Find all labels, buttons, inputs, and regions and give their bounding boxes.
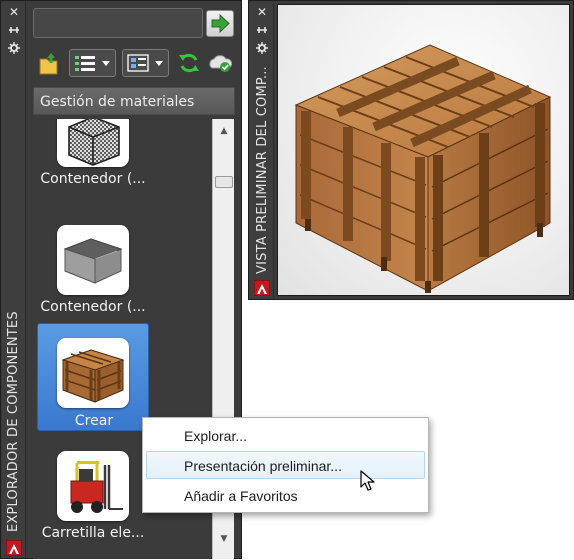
autohide-icon[interactable] — [8, 24, 20, 36]
mouse-pointer-icon — [360, 470, 376, 492]
wooden-crate-icon — [57, 338, 129, 408]
close-icon[interactable]: ✕ — [8, 6, 20, 18]
list-item[interactable]: Contenedor (... — [37, 225, 149, 333]
explorer-title-strip: ✕ EXPLORADOR DE COMPONENTES — [2, 2, 26, 558]
details-view-dropdown[interactable] — [122, 49, 169, 77]
scroll-down-arrow-icon[interactable]: ▼ — [218, 533, 230, 545]
scroll-thumb[interactable] — [215, 176, 233, 188]
close-icon[interactable]: ✕ — [256, 6, 268, 18]
wooden-crate-3d-icon — [294, 44, 552, 293]
load-catalog-button[interactable] — [37, 51, 61, 77]
grey-bin-container-icon — [57, 225, 129, 295]
wire-cage-container-icon — [57, 119, 129, 167]
autohide-icon[interactable] — [256, 24, 268, 36]
menu-item-anadir-favoritos[interactable]: Añadir a Favoritos — [146, 481, 425, 509]
details-view-icon — [127, 54, 163, 72]
menu-item-explorar[interactable]: Explorar... — [146, 421, 425, 449]
menu-item-presentacion-preliminar[interactable]: Presentación preliminar... — [146, 451, 425, 479]
list-item-label: Crear — [74, 413, 114, 429]
list-item-label: Contenedor (... — [40, 299, 146, 315]
list-item[interactable]: Carretilla ele... — [37, 451, 149, 559]
properties-icon[interactable] — [8, 42, 20, 54]
sync-cloud-button[interactable] — [207, 51, 233, 75]
preview-title-strip: ✕ VISTA PRELIMINAR DEL COMP... — [250, 2, 274, 298]
preview-viewport[interactable] — [277, 4, 570, 296]
list-item[interactable]: Contenedor (... — [37, 119, 149, 205]
search-go-button[interactable] — [206, 10, 234, 37]
list-item-label: Contenedor (... — [40, 171, 146, 187]
folder-open-icon — [39, 53, 58, 75]
list-view-dropdown[interactable] — [69, 49, 116, 77]
arrow-right-icon — [211, 13, 230, 34]
list-view-icon — [75, 56, 110, 71]
properties-icon[interactable] — [256, 42, 268, 54]
preview-title: VISTA PRELIMINAR DEL COMP... — [255, 66, 270, 274]
autocad-logo-icon[interactable] — [254, 280, 270, 296]
cloud-check-icon — [209, 55, 233, 72]
catalog-header: Gestión de materiales — [33, 87, 235, 115]
autocad-logo-icon[interactable] — [6, 540, 22, 556]
catalog-header-title: Gestión de materiales — [40, 94, 195, 110]
scroll-up-arrow-icon[interactable]: ▲ — [218, 125, 230, 137]
context-menu: Explorar... Presentación preliminar... A… — [142, 417, 429, 513]
list-item-selected[interactable]: Crear — [37, 323, 149, 431]
component-preview-palette: ✕ VISTA PRELIMINAR DEL COMP... — [248, 0, 574, 300]
refresh-icon — [179, 53, 199, 73]
search-input[interactable] — [33, 8, 203, 38]
list-item-label: Carretilla ele... — [41, 525, 145, 541]
forklift-icon — [57, 451, 129, 521]
refresh-button[interactable] — [177, 51, 201, 75]
explorer-title: EXPLORADOR DE COMPONENTES — [6, 311, 21, 532]
